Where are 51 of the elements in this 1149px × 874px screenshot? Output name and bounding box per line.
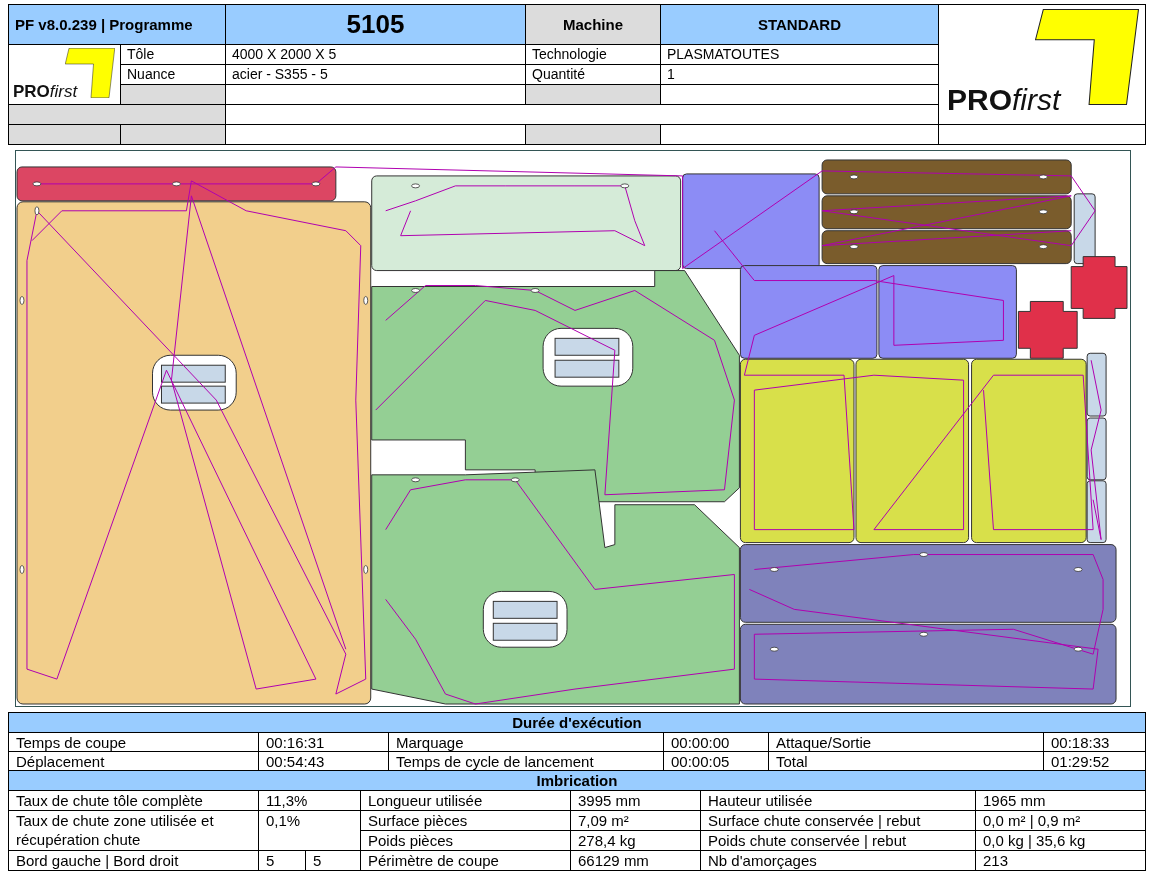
field-value: 1 bbox=[661, 65, 938, 84]
field-value: 4000 X 2000 X 5 bbox=[226, 45, 525, 64]
program-label: PF v8.0.239 | Programme bbox=[9, 5, 225, 44]
field-label: Technologie bbox=[526, 45, 660, 64]
table-value: 00:18:33 bbox=[1044, 733, 1145, 751]
table-label: Marquage bbox=[389, 733, 663, 751]
table-value: 0,0 kg | 35,6 kg bbox=[976, 831, 1145, 850]
table-value: 213 bbox=[976, 851, 1145, 870]
table-label: Total bbox=[769, 752, 1043, 770]
field-value: acier - S355 - 5 bbox=[226, 65, 525, 84]
table-label: Nb d'amorçages bbox=[701, 851, 975, 870]
table-label: Taux de chute tôle complète bbox=[9, 791, 258, 810]
table-label: Hauteur utilisée bbox=[701, 791, 975, 810]
table-value: 278,4 kg bbox=[571, 831, 700, 850]
table-value: 5 bbox=[259, 851, 305, 870]
table-label: Longueur utilisée bbox=[361, 791, 570, 810]
table-value: 66129 mm bbox=[571, 851, 700, 870]
table-label: Temps de cycle de lancement bbox=[389, 752, 663, 770]
table-value: 5 bbox=[306, 851, 360, 870]
table-label: Poids pièces bbox=[361, 831, 570, 850]
table-value: 7,09 m² bbox=[571, 811, 700, 830]
field-value: PLASMATOUTES bbox=[661, 45, 938, 64]
table-label: Surface chute conservée | rebut bbox=[701, 811, 975, 830]
table-label: Périmètre de coupe bbox=[361, 851, 570, 870]
table-label: Surface pièces bbox=[361, 811, 570, 830]
machine-value: STANDARD bbox=[661, 5, 938, 44]
field-label: Tôle bbox=[121, 45, 225, 64]
table-label: Temps de coupe bbox=[9, 733, 258, 751]
table-label: Taux de chute zone utilisée et récupération chute bbox=[9, 811, 258, 850]
table-label: Attaque/Sortie bbox=[769, 733, 1043, 751]
section-title: Imbrication bbox=[9, 771, 1145, 790]
logo-wordmark: PROfirst bbox=[13, 83, 78, 101]
table-value: 11,3% bbox=[259, 791, 360, 810]
table-value: 01:29:52 bbox=[1044, 752, 1145, 770]
table-value: 1965 mm bbox=[976, 791, 1145, 810]
machine-label: Machine bbox=[526, 5, 660, 44]
table-value: 0,0 m² | 0,9 m² bbox=[976, 811, 1145, 830]
field-label: Nuance bbox=[121, 65, 225, 84]
table-label: Bord gauche | Bord droit bbox=[9, 851, 258, 870]
table-value: 00:00:00 bbox=[664, 733, 768, 751]
logo-wordmark: PROfirst bbox=[947, 84, 1061, 116]
field-label: Quantité bbox=[526, 65, 660, 84]
table-value: 0,1% bbox=[259, 811, 360, 850]
section-title: Durée d'exécution bbox=[9, 713, 1145, 732]
program-number: 5105 bbox=[226, 5, 525, 44]
table-label: Poids chute conservée | rebut bbox=[701, 831, 975, 850]
table-value: 00:00:05 bbox=[664, 752, 768, 770]
table-value: 00:16:31 bbox=[259, 733, 388, 751]
table-value: 00:54:43 bbox=[259, 752, 388, 770]
table-value: 3995 mm bbox=[571, 791, 700, 810]
table-label: Déplacement bbox=[9, 752, 258, 770]
